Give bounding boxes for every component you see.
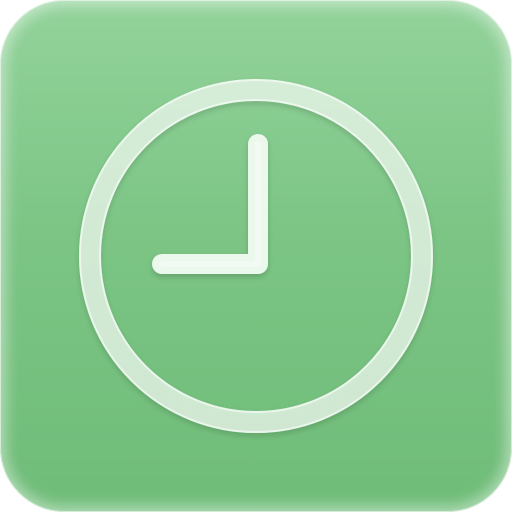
clock-app-icon[interactable] — [0, 0, 512, 512]
clock-icon — [79, 79, 433, 433]
clock-hands — [152, 134, 268, 274]
